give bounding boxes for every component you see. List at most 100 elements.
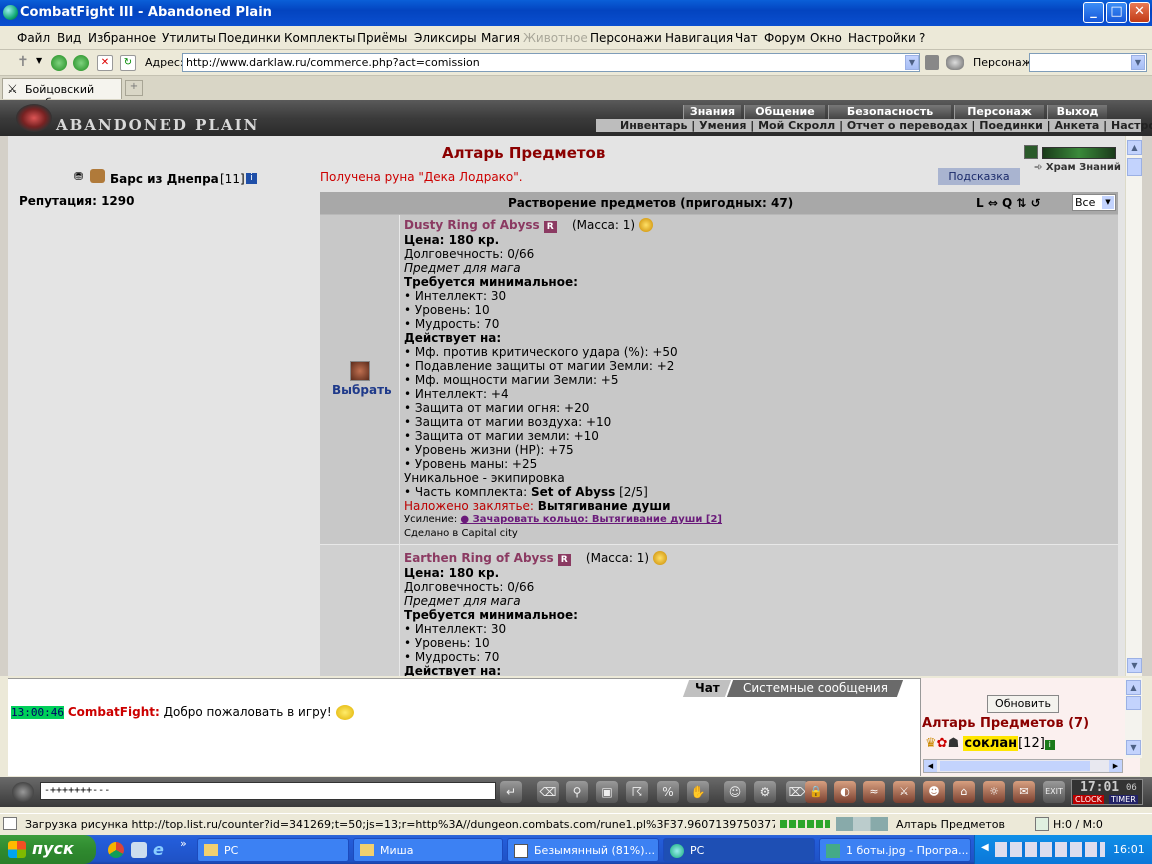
- menu-help[interactable]: ?: [919, 31, 925, 45]
- menu-favorites[interactable]: Избранное: [88, 31, 156, 45]
- nav-knowledge[interactable]: Знания: [683, 105, 741, 119]
- taskbar-item[interactable]: Миша: [353, 838, 503, 862]
- refresh-button[interactable]: Обновить: [987, 695, 1059, 713]
- online-user[interactable]: ♛✿☗ соклан[12] i: [925, 736, 1055, 751]
- menu-sets[interactable]: Комплекты: [284, 31, 356, 45]
- scroll-thumb[interactable]: [1126, 696, 1141, 710]
- back-icon[interactable]: [51, 55, 67, 71]
- scroll-down-icon[interactable]: ▼: [1126, 740, 1141, 755]
- walk-icon[interactable]: ☈: [626, 781, 648, 803]
- send-icon[interactable]: ↵: [500, 781, 522, 803]
- filter-icons[interactable]: L ⇔ Q ⇅ ↺: [976, 192, 1041, 214]
- menu-navigation[interactable]: Навигация: [665, 31, 733, 45]
- enchant-link[interactable]: ● Зачаровать кольцо: Вытягивание души [2…: [460, 514, 722, 525]
- stop-icon[interactable]: ✕: [97, 55, 113, 71]
- taskbar-item[interactable]: 1 боты.jpg - Програ...: [819, 838, 971, 862]
- smile-icon[interactable]: ☺: [724, 781, 746, 803]
- menu-utilities[interactable]: Утилиты: [162, 31, 216, 45]
- menu-file[interactable]: Файл: [17, 31, 50, 45]
- lock-icon[interactable]: 🔒: [805, 781, 827, 803]
- ie-icon[interactable]: e: [153, 840, 164, 859]
- temple-link[interactable]: ➾ Храм Знаний: [1034, 162, 1121, 173]
- gear-icon[interactable]: ⚙: [754, 781, 776, 803]
- chevron-right-icon[interactable]: »: [180, 837, 187, 850]
- scroll-icon[interactable]: ≈: [863, 781, 885, 803]
- maximize-button[interactable]: □: [1106, 2, 1127, 23]
- close-button[interactable]: ✕: [1129, 2, 1150, 23]
- pin-icon[interactable]: ✝: [17, 54, 29, 70]
- user-name[interactable]: соклан: [963, 736, 1019, 751]
- horizontal-scrollbar[interactable]: ◀ ▶: [923, 759, 1123, 773]
- ring-item-icon[interactable]: [350, 361, 370, 381]
- eraser-icon[interactable]: ⌫: [537, 781, 559, 803]
- menu-characters[interactable]: Персонажи: [590, 31, 662, 45]
- paw-icon[interactable]: ☼: [983, 781, 1005, 803]
- scroll-right-icon[interactable]: ▶: [1109, 760, 1122, 772]
- bag-icon[interactable]: ◐: [834, 781, 856, 803]
- sub-navigation[interactable]: Инвентарь | Умения | Мой Скролл | Отчет …: [596, 119, 1152, 132]
- select-link[interactable]: Выбрать: [332, 383, 392, 397]
- h-scroll-thumb[interactable]: [940, 761, 1090, 771]
- mail-icon[interactable]: ✉: [1013, 781, 1035, 803]
- quicklaunch-icon[interactable]: [131, 842, 147, 858]
- forward-icon[interactable]: [73, 55, 89, 71]
- chat-input[interactable]: -+++++++---: [40, 782, 496, 800]
- info-icon[interactable]: i: [1044, 740, 1055, 750]
- filter-select[interactable]: Все ▼: [1072, 194, 1116, 211]
- taskbar-item[interactable]: Безымянный (81%)...: [507, 838, 659, 862]
- chat-sender[interactable]: CombatFight:: [68, 705, 160, 719]
- refresh-icon[interactable]: ↻: [120, 55, 136, 71]
- person-dropdown-icon[interactable]: ▼: [1131, 55, 1145, 70]
- timer-label[interactable]: TIMER: [1109, 795, 1138, 804]
- chevron-down-icon[interactable]: ▼: [36, 56, 42, 65]
- users-icon[interactable]: [946, 55, 964, 70]
- chrome-icon[interactable]: [108, 842, 124, 858]
- menu-window[interactable]: Окно: [810, 31, 842, 45]
- taskbar-item[interactable]: PC: [663, 838, 815, 862]
- nav-communication[interactable]: Общение: [744, 105, 825, 119]
- new-tab-icon[interactable]: +: [125, 80, 143, 96]
- menu-elixirs[interactable]: Эликсиры: [414, 31, 477, 45]
- address-input[interactable]: http://www.darklaw.ru/commerce.php?act=c…: [182, 53, 920, 72]
- hint-button[interactable]: Подсказка: [938, 168, 1020, 185]
- item-name[interactable]: Earthen Ring of Abyss: [404, 551, 554, 565]
- go-icon[interactable]: [925, 55, 939, 70]
- group-icon[interactable]: ☻: [923, 781, 945, 803]
- menu-techniques[interactable]: Приёмы: [357, 31, 407, 45]
- info-icon[interactable]: i: [246, 173, 257, 184]
- menu-view[interactable]: Вид: [57, 31, 81, 45]
- save-icon[interactable]: ▣: [596, 781, 618, 803]
- address-dropdown-icon[interactable]: ▼: [905, 55, 919, 70]
- castle-icon[interactable]: ⌂: [953, 781, 975, 803]
- menu-chat[interactable]: Чат: [735, 31, 758, 45]
- filter-icon[interactable]: ⚲: [566, 781, 588, 803]
- nav-character[interactable]: Персонаж: [954, 105, 1044, 119]
- minimize-button[interactable]: _: [1083, 2, 1104, 23]
- tab-system-messages[interactable]: Системные сообщения: [726, 680, 904, 697]
- menu-settings[interactable]: Настройки: [848, 31, 916, 45]
- menu-magic[interactable]: Магия: [481, 31, 520, 45]
- nav-security[interactable]: Безопасность: [828, 105, 951, 119]
- menu-forum[interactable]: Форум: [764, 31, 805, 45]
- fight-icon[interactable]: ⚔: [893, 781, 915, 803]
- tab-chat[interactable]: Чат: [682, 680, 732, 697]
- scroll-up-icon[interactable]: ▲: [1126, 680, 1141, 695]
- person-select[interactable]: [1029, 53, 1147, 72]
- avatar-icon[interactable]: [12, 782, 34, 802]
- right-panel-scrollbar[interactable]: ▲ ▼: [1125, 678, 1142, 758]
- scroll-up-icon[interactable]: ▲: [1127, 140, 1142, 155]
- content-scrollbar[interactable]: ▲ ▼: [1125, 136, 1142, 676]
- scroll-left-icon[interactable]: ◀: [924, 760, 937, 772]
- tab-fight-club[interactable]: ⚔ Бойцовский клуб: [2, 78, 122, 109]
- menu-fights[interactable]: Поединки: [218, 31, 281, 45]
- clock-label[interactable]: CLOCK: [1073, 795, 1104, 804]
- window-titlebar[interactable]: CombatFight III - Abandoned Plain _ □ ✕: [0, 0, 1152, 26]
- chevron-left-icon[interactable]: ◀: [981, 842, 989, 853]
- taskbar-item[interactable]: PC: [197, 838, 349, 862]
- scroll-down-icon[interactable]: ▼: [1127, 658, 1142, 673]
- hand-icon[interactable]: ✋: [687, 781, 709, 803]
- private-icon[interactable]: %: [657, 781, 679, 803]
- nav-exit[interactable]: Выход: [1047, 105, 1107, 119]
- item-name[interactable]: Dusty Ring of Abyss: [404, 218, 540, 232]
- scroll-thumb[interactable]: [1127, 158, 1142, 176]
